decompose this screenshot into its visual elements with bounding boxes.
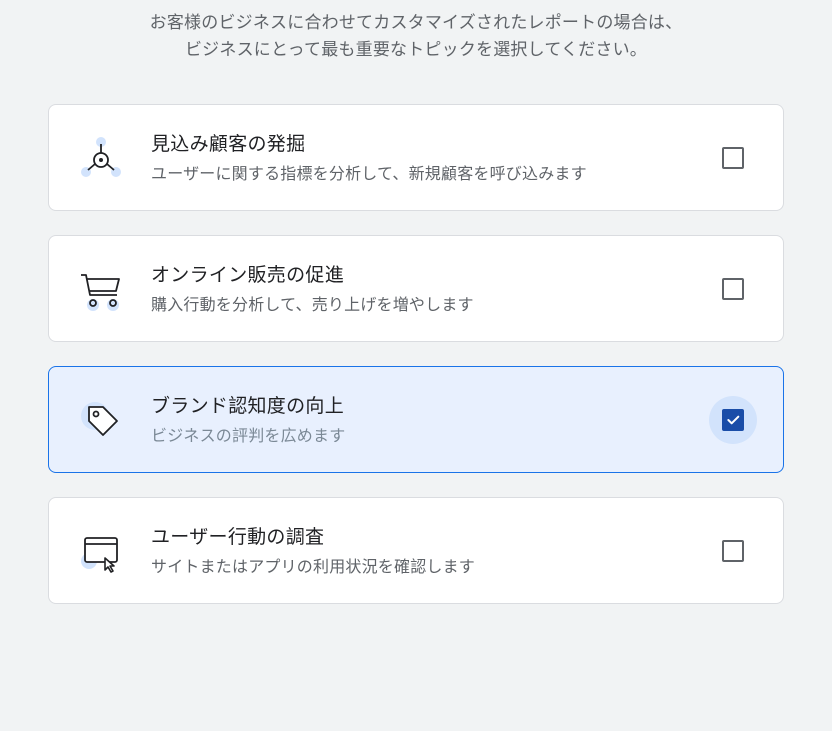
intro-line-1: お客様のビジネスに合わせてカスタマイズされたレポートの場合は、 [150,13,683,33]
checkbox[interactable] [722,278,744,300]
leads-icon [75,132,127,184]
option-title: ブランド認知度の向上 [151,391,685,418]
browser-icon [75,525,127,577]
option-card-behavior[interactable]: ユーザー行動の調査 サイトまたはアプリの利用状況を確認します [48,497,784,604]
checkbox[interactable] [722,147,744,169]
checkbox[interactable] [722,540,744,562]
option-card-sales[interactable]: オンライン販売の促進 購入行動を分析して、売り上げを増やします [48,235,784,342]
option-desc: サイトまたはアプリの利用状況を確認します [151,555,685,579]
checkbox-wrap [709,134,757,182]
checkbox-checked[interactable] [722,409,744,431]
tag-icon [75,394,127,446]
option-text: ブランド認知度の向上 ビジネスの評判を広めます [151,391,685,448]
option-desc: 購入行動を分析して、売り上げを増やします [151,293,685,317]
cart-icon [75,263,127,315]
intro-line-2: ビジネスにとって最も重要なトピックを選択してください。 [185,40,647,60]
option-text: ユーザー行動の調査 サイトまたはアプリの利用状況を確認します [151,522,685,579]
option-title: ユーザー行動の調査 [151,522,685,549]
option-title: 見込み顧客の発掘 [151,129,685,156]
option-text: 見込み顧客の発掘 ユーザーに関する指標を分析して、新規顧客を呼び込みます [151,129,685,186]
checkbox-wrap [709,396,757,444]
checkbox-wrap [709,265,757,313]
option-card-brand[interactable]: ブランド認知度の向上 ビジネスの評判を広めます [48,366,784,473]
option-desc: ユーザーに関する指標を分析して、新規顧客を呼び込みます [151,162,685,186]
option-text: オンライン販売の促進 購入行動を分析して、売り上げを増やします [151,260,685,317]
options-list: 見込み顧客の発掘 ユーザーに関する指標を分析して、新規顧客を呼び込みます オンラ… [48,104,784,604]
option-card-leads[interactable]: 見込み顧客の発掘 ユーザーに関する指標を分析して、新規顧客を呼び込みます [48,104,784,211]
intro-text: お客様のビジネスに合わせてカスタマイズされたレポートの場合は、 ビジネスにとって… [48,10,784,64]
option-desc: ビジネスの評判を広めます [151,424,685,448]
option-title: オンライン販売の促進 [151,260,685,287]
checkbox-wrap [709,527,757,575]
